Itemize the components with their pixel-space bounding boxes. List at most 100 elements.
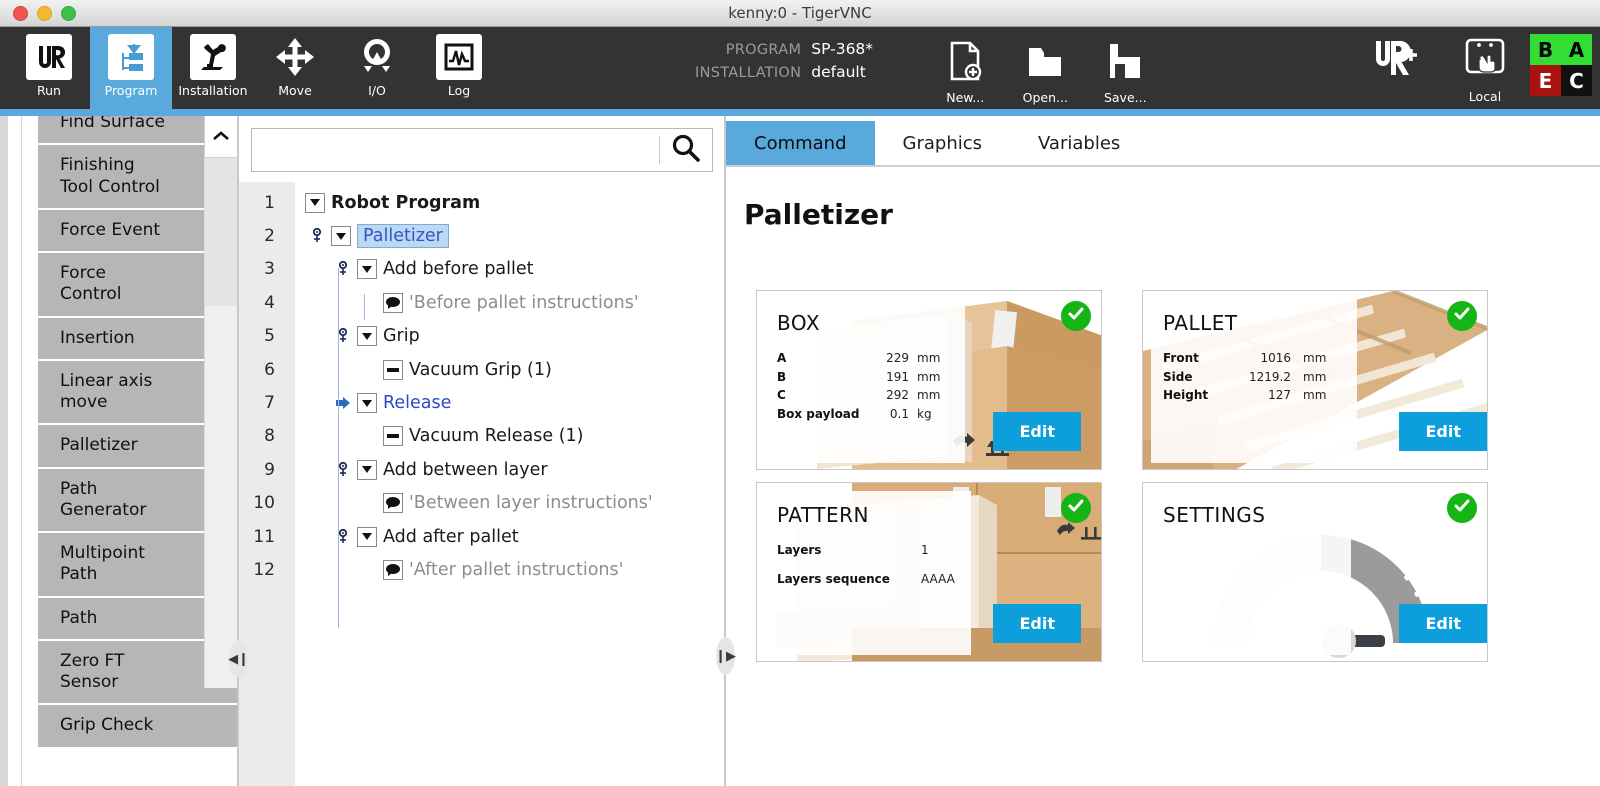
comment-bubble-icon[interactable] (383, 292, 403, 313)
collapse-right-icon: ❙▶ (715, 648, 736, 664)
triangle-down-icon[interactable] (357, 393, 377, 414)
card-pallet-edit-button[interactable]: Edit (1399, 412, 1487, 451)
triangle-down-icon[interactable] (331, 226, 351, 247)
open-button[interactable]: Open... (1005, 32, 1085, 105)
spec-unit: mm (1303, 369, 1327, 384)
triangle-down-icon[interactable] (357, 526, 377, 547)
tree-row[interactable]: 5 Grip (239, 320, 725, 353)
collapse-left-icon: ◀❙ (228, 651, 249, 667)
spec-unit: mm (1303, 351, 1327, 365)
spec-unit: mm (917, 388, 941, 403)
toolbar-right-group: Local B A E C (1354, 27, 1600, 109)
save-floppy-icon (1105, 40, 1145, 86)
card-box-info: BOX A 229 mm B 191 mm C 292 mm Box paylo… (765, 299, 965, 463)
tree-row-label: Add before pallet (383, 259, 534, 280)
node-list-scrollbar-thumb[interactable] (205, 158, 237, 306)
file-button-group: New... Open... Save... (925, 32, 1165, 105)
robot-arm-icon (190, 34, 236, 80)
node-list-items: Find Surface Finishing Tool Control Force … (38, 116, 237, 749)
node-list-left-margin (0, 116, 22, 786)
tree-connector-line (364, 294, 365, 320)
tree-line-number: 3 (264, 259, 275, 280)
card-pattern[interactable]: PATTERN Layers 1 Layers sequence AAAA Ed… (756, 482, 1102, 662)
tab-variables[interactable]: Variables (1010, 121, 1149, 165)
triangle-down-icon[interactable] (305, 192, 325, 213)
status-square-e: E (1530, 65, 1561, 96)
tree-row[interactable]: 11 Add after pallet (239, 520, 725, 553)
tree-marker-placeholder (361, 494, 377, 512)
urplus-button[interactable] (1354, 27, 1440, 109)
toolbar-item-log[interactable]: Log (418, 27, 500, 109)
tree-row[interactable]: 10 'Between layer instructions' (239, 487, 725, 520)
tree-row-label: Grip (383, 326, 420, 347)
suppress-marker-icon[interactable] (309, 227, 325, 245)
spec-row-side: Side 1219.2 mm (1163, 368, 1357, 387)
triangle-down-icon[interactable] (357, 259, 377, 280)
toolbar-item-move[interactable]: Move (254, 27, 336, 109)
program-info-block: PROGRAM SP-368* INSTALLATION default (695, 38, 881, 98)
card-settings[interactable]: SETTINGS Edit (1142, 482, 1488, 662)
toolbar-item-program[interactable]: Program (90, 27, 172, 109)
tree-row-label: 'Between layer instructions' (409, 493, 653, 514)
tree-row-label: Palletizer (357, 224, 449, 249)
spec-row-b: B 191 mm (777, 368, 965, 387)
spec-key: Front (1163, 351, 1199, 365)
right-splitter-handle[interactable]: ❙▶ (715, 637, 736, 675)
tree-row[interactable]: 3 Add before pallet (239, 253, 725, 286)
left-splitter-handle[interactable]: ◀❙ (228, 640, 249, 678)
tree-row[interactable]: 12 'After pallet instructions' (239, 553, 725, 586)
comment-bubble-icon[interactable] (383, 493, 403, 514)
comment-bubble-icon[interactable] (383, 559, 403, 580)
local-button[interactable]: Local (1440, 27, 1530, 109)
new-button[interactable]: New... (925, 32, 1005, 105)
triangle-down-icon[interactable] (357, 326, 377, 347)
tree-row[interactable]: 1 Robot Program (239, 186, 725, 219)
search-button[interactable] (660, 129, 712, 171)
new-file-icon (946, 40, 984, 86)
window-title: kenny:0 - TigerVNC (728, 4, 872, 22)
spec-value: 229 (886, 351, 909, 365)
tree-row[interactable]: 8 Vacuum Release (1) (239, 420, 725, 453)
move-arrows-icon (272, 34, 318, 80)
tree-marker-placeholder (361, 561, 377, 579)
toolbar-item-run[interactable]: Run (8, 27, 90, 109)
toolbar-item-installation[interactable]: Installation (172, 27, 254, 109)
tree-row[interactable]: 9 Add between layer (239, 453, 725, 486)
scroll-up-button[interactable] (204, 116, 237, 158)
card-pattern-title: PATTERN (777, 503, 869, 527)
search-input[interactable] (252, 129, 659, 171)
program-tree-panel: 1 Robot Program 2 Palletizer 3 Add before pal… (239, 116, 725, 786)
node-list-item[interactable]: Grip Check (38, 705, 237, 747)
card-pallet[interactable]: PALLET Front 1016 mm Side 1219.2 mm Heig… (1142, 290, 1488, 470)
program-label: PROGRAM (725, 41, 802, 58)
tree-row[interactable]: 6 Vacuum Grip (1) (239, 353, 725, 386)
status-square-c: C (1561, 65, 1592, 96)
toolbar-item-io[interactable]: I/O (336, 27, 418, 109)
program-name: SP-368* (811, 39, 874, 58)
spec-unit: kg (917, 406, 932, 421)
tab-graphics[interactable]: Graphics (874, 121, 1011, 165)
spec-key: A (777, 351, 787, 365)
spec-value: 191 (886, 369, 909, 384)
tree-row[interactable]: 2 Palletizer (239, 219, 725, 252)
robot-status-indicator[interactable]: B A E C (1530, 34, 1592, 96)
save-button[interactable]: Save... (1085, 32, 1165, 105)
panel-tabs: Command Graphics Variables (726, 121, 1600, 167)
teach-pendant-icon (1459, 35, 1511, 85)
spec-key: Box payload (777, 406, 860, 421)
card-pattern-edit-button[interactable]: Edit (993, 604, 1081, 643)
dash-icon[interactable] (383, 426, 403, 447)
tab-command[interactable]: Command (726, 121, 875, 165)
program-tree-rows: 1 Robot Program 2 Palletizer 3 Add before pal… (239, 186, 725, 628)
card-box[interactable]: BOX A 229 mm B 191 mm C 292 mm Box paylo… (756, 290, 1102, 470)
spec-row-a: A 229 mm (777, 349, 965, 368)
card-settings-edit-button[interactable]: Edit (1399, 604, 1487, 643)
spec-row-box-payload: Box payload 0.1 kg (777, 405, 965, 424)
tree-row[interactable]: 7 Release (239, 386, 725, 419)
tree-row[interactable]: 4 'Before pallet instructions' (239, 286, 725, 319)
triangle-down-icon[interactable] (357, 459, 377, 480)
toolbar-label-program: Program (104, 83, 158, 98)
command-panel: Command Graphics Variables Palletizer BO… (726, 116, 1600, 786)
dash-icon[interactable] (383, 359, 403, 380)
card-box-edit-button[interactable]: Edit (993, 412, 1081, 451)
